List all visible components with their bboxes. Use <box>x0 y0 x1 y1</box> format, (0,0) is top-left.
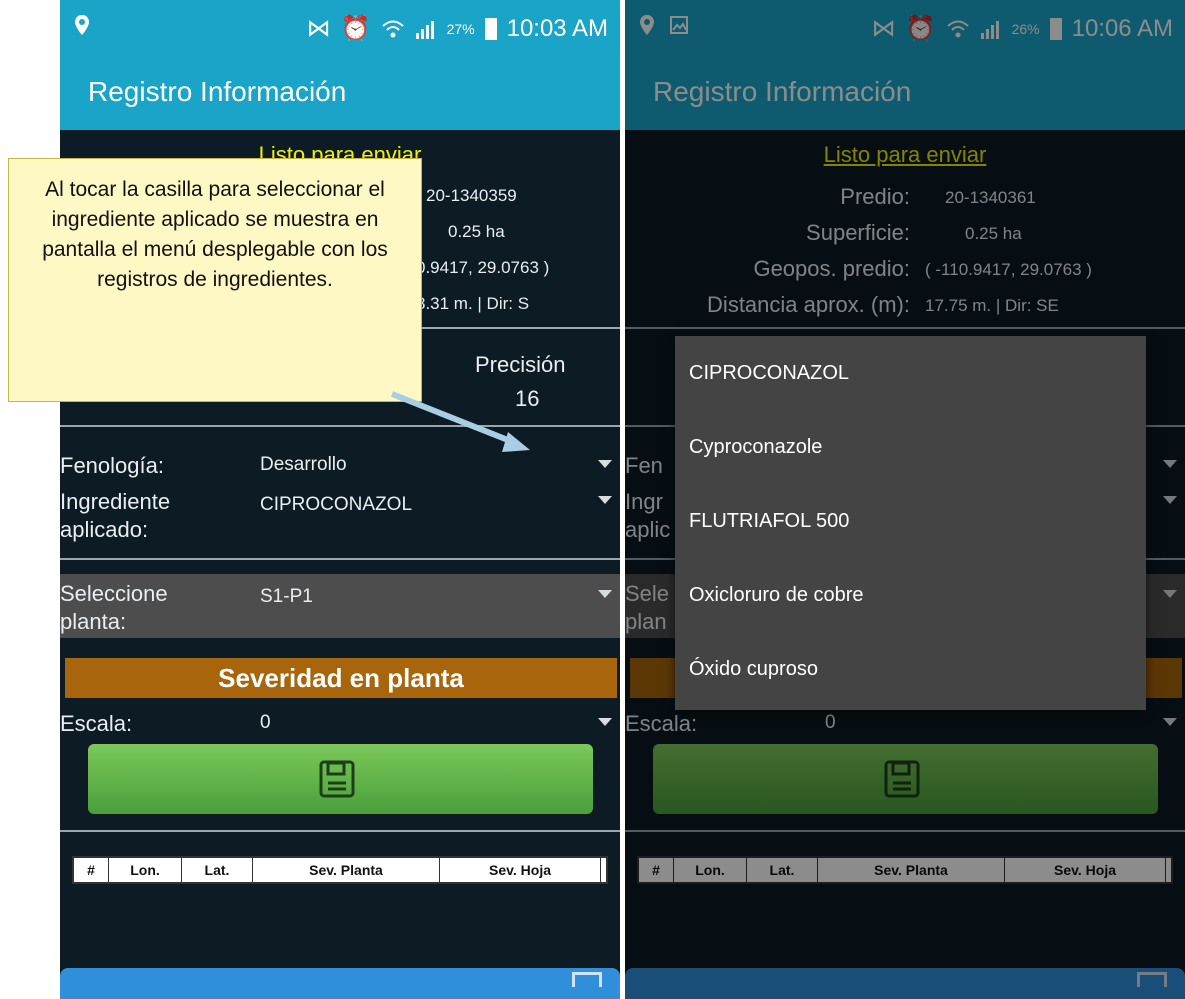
severity-banner: Severidad en planta <box>65 658 617 698</box>
table-header-cell: Sev. Hoja <box>440 858 601 882</box>
ingrediente-label-line1: Ingrediente <box>60 489 171 514</box>
table-header-cell: Sev. Planta <box>253 858 440 882</box>
escala-label: Escala: <box>625 711 698 736</box>
table-header-cell: Lat. <box>747 858 818 882</box>
fenologia-dropdown-icon[interactable] <box>1163 460 1177 468</box>
location-icon <box>640 15 654 35</box>
table-header-cell: Lon. <box>674 858 747 882</box>
divider <box>60 830 620 832</box>
geopos-value: 0.9417, 29.0763 ) <box>416 258 550 277</box>
predio-label: Predio: <box>840 184 910 209</box>
planta-label-line1: Seleccione <box>60 581 168 606</box>
floppy-disk-icon <box>319 760 355 798</box>
escala-dropdown-icon[interactable] <box>598 718 612 726</box>
ingrediente-label-line2: aplic <box>625 517 671 542</box>
table-header-cell: Lon. <box>109 858 182 882</box>
predio-value: 20-1340361 <box>945 188 1036 207</box>
fenologia-dropdown-icon[interactable] <box>598 460 612 468</box>
planta-label-line2: planta: <box>60 609 127 634</box>
dropdown-option[interactable]: Óxido cuproso <box>675 632 1146 706</box>
escala-dropdown-icon[interactable] <box>1163 718 1177 726</box>
dropdown-option[interactable]: CIPROCONAZOL <box>675 336 1146 410</box>
fenologia-label: Fenología: <box>60 453 164 478</box>
geopos-label: Geopos. predio: <box>753 256 910 281</box>
next-button[interactable] <box>60 968 620 999</box>
dropdown-option[interactable]: FLUTRIAFOL 500 <box>675 484 1146 558</box>
phone-screen-right: ⋈ ⏰ 26% 10:06 AM Registro Información Li… <box>625 0 1185 999</box>
superficie-value: 0.25 ha <box>448 222 505 241</box>
save-button[interactable] <box>88 744 593 814</box>
ingrediente-dropdown-icon[interactable] <box>598 496 612 504</box>
dropdown-option[interactable]: Oxicloruro de cobre <box>675 558 1146 632</box>
dropdown-option[interactable]: Cyproconazole <box>675 410 1146 484</box>
status-bar: ⋈ ⏰ 27% 10:03 AM <box>60 0 620 58</box>
battery-icon <box>1049 17 1062 40</box>
escala-label: Escala: <box>60 711 133 736</box>
annotation-callout: Al tocar la casilla para seleccionar el … <box>8 158 422 402</box>
ingrediente-label-line1: Ingr <box>625 489 663 514</box>
divider <box>60 558 620 560</box>
ready-status: Listo para enviar <box>823 142 987 167</box>
phone-screen-left: ⋈ ⏰ 27% 10:03 AM Registro Información Li… <box>60 0 620 999</box>
clock: 10:06 AM <box>1071 14 1173 42</box>
floppy-disk-icon <box>884 760 920 798</box>
exit-icon <box>572 972 602 987</box>
ingrediente-select[interactable]: CIPROCONAZOL <box>260 494 412 516</box>
clock: 10:03 AM <box>506 14 608 42</box>
predio-value: 20-1340359 <box>426 186 517 205</box>
planta-select-row[interactable]: Seleccione planta: S1-P1 <box>60 574 620 638</box>
fenologia-label: Fen <box>625 453 663 478</box>
distancia-label: Distancia aprox. (m): <box>707 292 910 317</box>
superficie-value: 0.25 ha <box>965 224 1022 243</box>
ingredient-dropdown-menu: CIPROCONAZOL Cyproconazole FLUTRIAFOL 50… <box>675 336 1146 710</box>
escala-select[interactable]: 0 <box>260 712 271 734</box>
location-icon <box>75 15 89 35</box>
status-bar: ⋈ ⏰ 26% 10:06 AM <box>625 0 1185 58</box>
app-title: Registro Información <box>88 76 347 107</box>
alarm-icon: ⏰ <box>905 15 936 42</box>
mute-vibrate-icon: ⋈ <box>871 15 896 42</box>
planta-label-line1: Sele <box>625 581 670 606</box>
planta-dropdown-icon[interactable] <box>598 590 612 598</box>
table-header-cell: # <box>74 858 109 882</box>
precision-label: Precisión <box>475 352 566 377</box>
table-header-cell: Sev. Planta <box>818 858 1005 882</box>
superficie-label: Superficie: <box>806 220 910 245</box>
ingrediente-dropdown-icon[interactable] <box>1163 496 1177 504</box>
planta-label-line2: plan <box>625 609 667 634</box>
battery-percent: 26% <box>1011 20 1040 37</box>
annotation-arrow <box>390 391 530 452</box>
distancia-value: 8.31 m. | Dir: S <box>416 294 530 313</box>
image-notification-icon <box>670 16 688 34</box>
mute-vibrate-icon: ⋈ <box>306 15 331 42</box>
save-button[interactable] <box>653 744 1158 814</box>
fenologia-select[interactable]: Desarrollo <box>260 454 347 476</box>
table-header-cell: # <box>639 858 674 882</box>
battery-percent: 27% <box>446 20 475 37</box>
app-title: Registro Información <box>653 76 912 107</box>
next-button[interactable] <box>625 968 1185 999</box>
divider <box>625 830 1185 832</box>
planta-dropdown-icon[interactable] <box>1163 590 1177 598</box>
signal-icon <box>980 20 999 39</box>
records-table-header: # Lon. Lat. Sev. Planta Sev. Hoja <box>72 856 608 884</box>
planta-select[interactable]: S1-P1 <box>260 586 313 608</box>
table-header-cell: Sev. Hoja <box>1005 858 1166 882</box>
wifi-icon <box>946 20 969 37</box>
alarm-icon: ⏰ <box>340 15 371 42</box>
app-bar: Registro Información <box>60 58 620 130</box>
app-bar: Registro Información <box>625 58 1185 130</box>
escala-select[interactable]: 0 <box>825 712 836 734</box>
signal-icon <box>415 20 434 39</box>
wifi-icon <box>381 20 404 37</box>
exit-icon <box>1137 972 1167 987</box>
geopos-value: ( -110.9417, 29.0763 ) <box>925 260 1092 279</box>
distancia-value: 17.75 m. | Dir: SE <box>925 296 1059 315</box>
divider <box>625 327 1185 329</box>
ingrediente-label-line2: aplicado: <box>60 517 149 542</box>
battery-icon <box>484 17 497 40</box>
records-table-header: # Lon. Lat. Sev. Planta Sev. Hoja <box>637 856 1173 884</box>
table-header-cell: Lat. <box>182 858 253 882</box>
